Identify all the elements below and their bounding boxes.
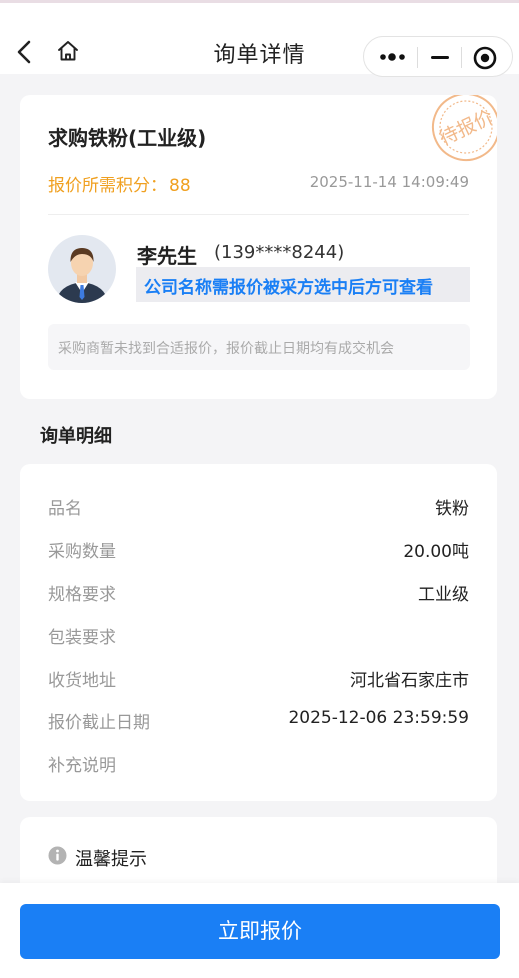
- tips-title: 温馨提示: [75, 849, 147, 870]
- detail-row: 品名 铁粉: [48, 494, 469, 519]
- publish-time: 2025-11-14 14:09:49: [309, 173, 469, 191]
- detail-label: 补充说明: [48, 756, 116, 776]
- notice-text: 采购商暂未找到合适报价，报价截止日期均有成交机会: [48, 324, 470, 370]
- capsule-divider: [417, 47, 418, 68]
- more-dots-icon[interactable]: [378, 49, 408, 65]
- divider: [48, 214, 469, 215]
- capsule-divider: [461, 47, 462, 68]
- required-points: 报价所需积分： 88: [48, 171, 191, 196]
- bottom-bar: 立即报价: [0, 883, 519, 978]
- buyer-name: 李先生: [137, 244, 197, 268]
- detail-value: 2025-12-06 23:59:59: [288, 708, 469, 728]
- detail-value: 20.00吨: [403, 542, 469, 562]
- info-icon: [48, 846, 67, 865]
- detail-row: 报价截止日期 2025-12-06 23:59:59: [48, 708, 469, 733]
- nav-bar: 询单详情: [0, 0, 519, 77]
- inquiry-card: 求购铁粉(工业级) 待报价 报价所需积分： 88 2025-11-14 14:09…: [20, 95, 497, 399]
- quote-now-button[interactable]: 立即报价: [20, 904, 500, 959]
- detail-row: 规格要求 工业级: [48, 580, 469, 605]
- detail-label: 包装要求: [48, 628, 116, 648]
- detail-row: 包装要求: [48, 623, 469, 648]
- section-title: 询单明细: [40, 426, 112, 447]
- detail-label: 采购数量: [48, 542, 116, 562]
- detail-row: 采购数量 20.00吨: [48, 537, 469, 562]
- buyer-phone: (139****8244): [214, 242, 345, 263]
- mini-program-capsule: [363, 36, 513, 77]
- minimize-icon[interactable]: [428, 47, 452, 68]
- detail-label: 规格要求: [48, 585, 116, 605]
- detail-row: 补充说明: [48, 751, 469, 776]
- inquiry-title: 求购铁粉(工业级): [48, 126, 207, 150]
- detail-value: 河北省石家庄市: [350, 671, 469, 691]
- points-label: 报价所需积分：: [48, 176, 167, 196]
- detail-label: 收货地址: [48, 671, 116, 691]
- pending-quote-stamp: 待报价: [432, 95, 497, 161]
- detail-label: 报价截止日期: [48, 713, 150, 733]
- detail-row: 收货地址 河北省石家庄市: [48, 666, 469, 691]
- detail-value: 工业级: [418, 585, 469, 605]
- detail-label: 品名: [48, 499, 82, 519]
- close-target-icon[interactable]: [472, 45, 498, 71]
- points-value: 88: [169, 176, 191, 196]
- company-name-hint: 公司名称需报价被采方选中后方可查看: [136, 267, 470, 302]
- avatar: [48, 235, 116, 303]
- detail-card: 品名 铁粉 采购数量 20.00吨 规格要求 工业级 包装要求 收货地址 河北省…: [20, 464, 497, 801]
- detail-value: 铁粉: [435, 499, 469, 519]
